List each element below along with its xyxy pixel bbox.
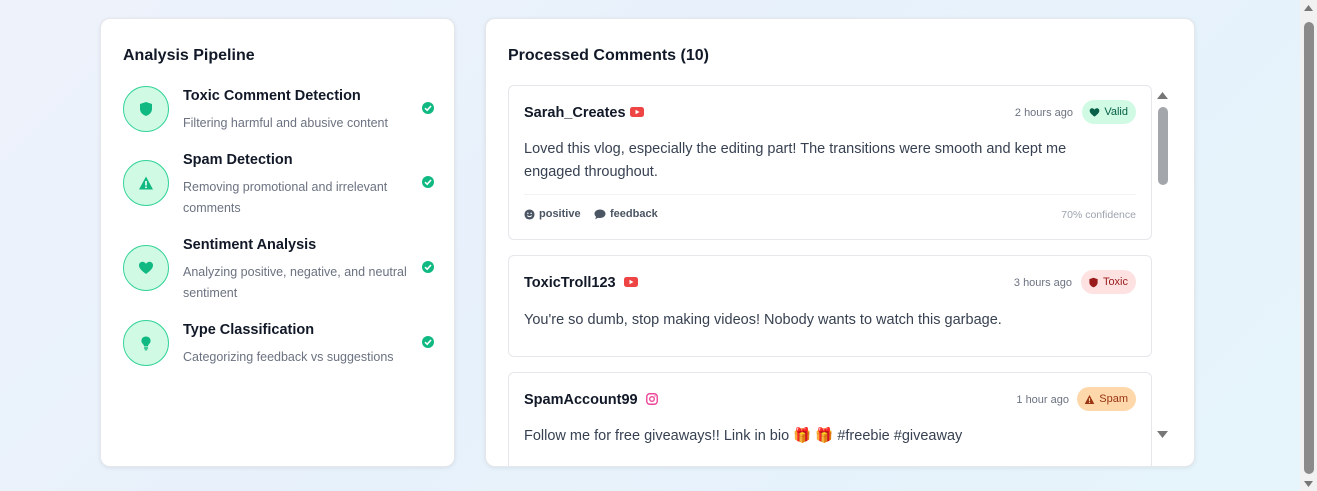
smile-icon [524, 208, 535, 220]
youtube-icon [630, 107, 644, 117]
youtube-icon [624, 277, 638, 287]
step-title: Spam Detection [183, 152, 293, 168]
heart-icon [1090, 107, 1100, 117]
pipeline-title: Analysis Pipeline [123, 47, 255, 64]
step-description: Analyzing positive, negative, and neutra… [183, 265, 407, 300]
check-circle-icon [422, 102, 434, 114]
step-description: Categorizing feedback vs suggestions [183, 350, 394, 364]
warning-icon [123, 160, 169, 206]
shield-icon [1089, 277, 1098, 287]
comment-timestamp: 3 hours ago [1013, 277, 1072, 289]
step-description: Filtering harmful and abusive content [183, 116, 388, 130]
analysis-pipeline-panel: Analysis Pipeline Toxic Comment Detectio… [100, 18, 455, 467]
badge-label: Toxic [1102, 276, 1128, 288]
scrollbar-thumb[interactable] [1158, 107, 1168, 185]
warning-icon [1084, 394, 1095, 404]
badge-label: Spam [1099, 393, 1128, 405]
comment-author[interactable]: Sarah_Creates [524, 105, 626, 121]
type-tag: feedback [594, 208, 658, 220]
comment-text: Loved this vlog, especially the editing … [524, 141, 1067, 180]
check-circle-icon [422, 261, 434, 273]
comment-timestamp: 1 hour ago [1016, 394, 1069, 406]
lightbulb-icon [123, 320, 169, 366]
comments-title: Processed Comments (10) [508, 47, 709, 64]
step-title: Sentiment Analysis [183, 237, 317, 253]
comment-author[interactable]: ToxicTroll123 [524, 275, 616, 291]
comment-card[interactable]: Sarah_Creates 2 hours ago Valid Loved th… [508, 85, 1152, 240]
comment-timestamp: 2 hours ago [1014, 107, 1073, 119]
scroll-down-arrow-icon[interactable] [1156, 430, 1169, 439]
divider [524, 194, 1136, 195]
step-title: Type Classification [183, 322, 315, 338]
instagram-icon [646, 393, 658, 405]
comment-card[interactable]: ToxicTroll123 3 hours ago Toxic You're s… [508, 255, 1152, 357]
scroll-down-arrow-icon[interactable] [1303, 480, 1314, 488]
check-circle-icon [422, 176, 434, 188]
scroll-up-arrow-icon[interactable] [1303, 4, 1314, 12]
confidence-score: 70% confidence [1061, 209, 1136, 221]
comment-card[interactable]: SpamAccount99 1 hour ago Spam Follow me … [508, 372, 1152, 466]
sentiment-label: positive [539, 208, 581, 220]
status-badge: Valid [1082, 100, 1136, 124]
step-title: Toxic Comment Detection [183, 88, 361, 104]
shield-icon [123, 86, 169, 132]
comment-text: Follow me for free giveaways!! Link in b… [524, 428, 963, 444]
page-scrollbar[interactable] [1300, 0, 1317, 491]
badge-label: Valid [1104, 106, 1128, 118]
comment-text: You're so dumb, stop making videos! Nobo… [524, 312, 1002, 328]
sentiment-tag: positive [524, 208, 581, 220]
page-scrollbar-thumb[interactable] [1304, 22, 1314, 474]
step-description: Removing promotional and irrelevant comm… [183, 180, 388, 215]
comments-scrollbar[interactable] [1155, 89, 1170, 445]
status-badge: Spam [1077, 387, 1136, 411]
status-badge: Toxic [1080, 270, 1136, 294]
scroll-up-arrow-icon[interactable] [1156, 91, 1169, 100]
type-label: feedback [610, 208, 658, 220]
heart-icon [123, 245, 169, 291]
comment-author[interactable]: SpamAccount99 [524, 392, 638, 408]
processed-comments-panel: Processed Comments (10) Sarah_Creates 2 … [485, 18, 1195, 467]
comment-bubble-icon [594, 209, 606, 219]
check-circle-icon [422, 336, 434, 348]
